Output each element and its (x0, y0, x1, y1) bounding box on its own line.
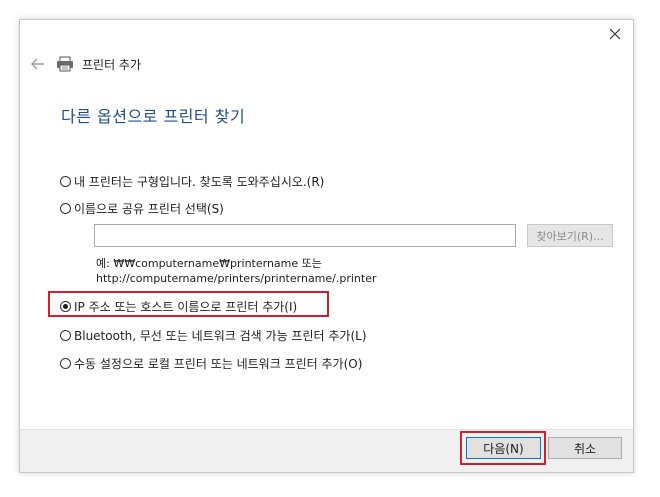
page-heading: 다른 옵션으로 프린터 찾기 (61, 107, 246, 126)
option-ip-address-label: IP 주소 또는 호스트 이름으로 프린터 추가(I) (74, 300, 298, 314)
example-line-2: http://computername/printers/printername… (96, 272, 377, 285)
shared-printer-input[interactable] (94, 224, 516, 247)
option-old-printer-label: 내 프린터는 구형입니다. 찾도록 도와주십시오.(R) (74, 175, 325, 189)
cancel-button[interactable]: 취소 (548, 437, 622, 459)
dialog-footer: 다음(N) 취소 (20, 429, 633, 472)
radio-local-printer[interactable] (60, 358, 71, 369)
example-text: 예: ₩₩computername₩printername 또는 http://… (96, 256, 377, 286)
next-button[interactable]: 다음(N) (466, 437, 541, 459)
option-old-printer[interactable]: 내 프린터는 구형입니다. 찾도록 도와주십시오.(R) (60, 173, 324, 190)
option-bluetooth-label: Bluetooth, 무선 또는 네트워크 검색 가능 프린터 추가(L) (74, 329, 367, 343)
radio-shared-printer[interactable] (60, 203, 71, 214)
browse-button[interactable]: 찾아보기(R)... (527, 224, 613, 247)
option-ip-address[interactable]: IP 주소 또는 호스트 이름으로 프린터 추가(I) (60, 298, 297, 315)
option-local-printer[interactable]: 수동 설정으로 로컬 프린터 또는 네트워크 프린터 추가(O) (60, 355, 362, 372)
close-icon (609, 28, 621, 40)
option-shared-printer[interactable]: 이름으로 공유 프린터 선택(S) (60, 200, 224, 217)
example-line-1: 예: ₩₩computername₩printername 또는 (96, 257, 322, 270)
option-bluetooth[interactable]: Bluetooth, 무선 또는 네트워크 검색 가능 프린터 추가(L) (60, 327, 367, 344)
radio-ip-address[interactable] (60, 301, 71, 312)
option-local-printer-label: 수동 설정으로 로컬 프린터 또는 네트워크 프린터 추가(O) (74, 357, 363, 371)
printer-icon (56, 55, 76, 73)
radio-bluetooth[interactable] (60, 330, 71, 341)
window-title: 프린터 추가 (82, 57, 142, 72)
option-shared-printer-label: 이름으로 공유 프린터 선택(S) (74, 202, 224, 216)
title-row: 프린터 추가 (30, 54, 141, 74)
close-button[interactable] (605, 24, 625, 44)
back-button[interactable] (30, 56, 46, 72)
add-printer-dialog: 프린터 추가 다른 옵션으로 프린터 찾기 내 프린터는 구형입니다. 찾도록 … (19, 19, 634, 473)
back-arrow-icon (31, 58, 44, 70)
radio-old-printer[interactable] (60, 176, 71, 187)
